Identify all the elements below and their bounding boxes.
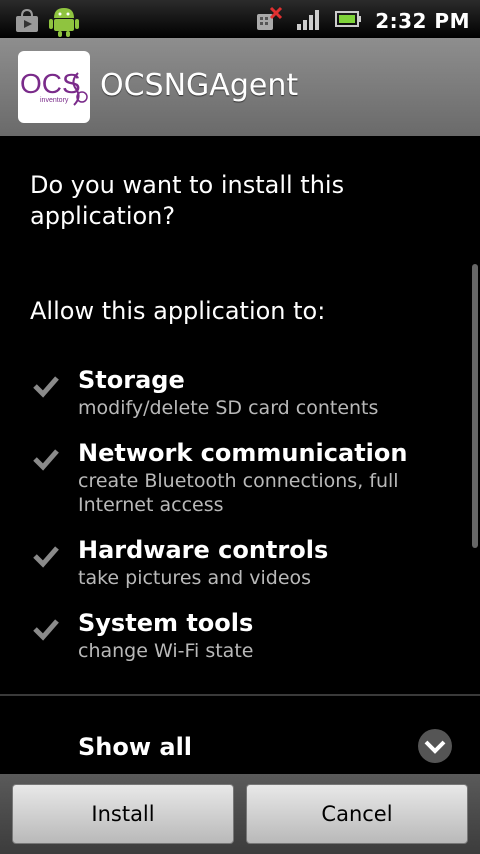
app-header: OCS inventory OCSNGAgent [0, 38, 480, 136]
allow-heading: Allow this application to: [30, 297, 326, 325]
check-icon [32, 374, 60, 402]
scrollbar[interactable] [472, 264, 478, 548]
app-icon-text: OCS [20, 68, 81, 99]
check-icon [32, 447, 60, 475]
permission-title: Hardware controls [78, 536, 329, 564]
android-icon [48, 4, 80, 42]
chevron-down-icon[interactable] [417, 728, 453, 764]
app-name: OCSNGAgent [100, 68, 299, 103]
check-icon [32, 544, 60, 572]
install-button[interactable]: Install [12, 784, 234, 844]
permission-title: Network communication [78, 439, 408, 467]
battery-icon [335, 10, 362, 32]
permission-description: take pictures and videos [78, 567, 312, 589]
permission-title: System tools [78, 609, 254, 637]
check-icon [32, 617, 60, 645]
divider [0, 694, 480, 696]
permission-description: create Bluetooth connections, full Inter… [78, 470, 399, 516]
app-icon: OCS inventory [18, 51, 90, 123]
permission-description: modify/delete SD card contents [78, 397, 379, 419]
permission-description: change Wi-Fi state [78, 640, 254, 662]
signal-icon [297, 8, 321, 34]
cancel-button[interactable]: Cancel [246, 784, 468, 844]
permission-title: Storage [78, 366, 185, 394]
market-download-icon [14, 8, 40, 38]
sim-error-icon [255, 6, 283, 36]
show-all-button[interactable]: Show all [78, 733, 192, 761]
install-question: Do you want to install this application? [30, 171, 345, 230]
status-clock: 2:32 PM [375, 9, 470, 33]
app-icon-subtext: inventory [40, 97, 69, 104]
button-bar: Install Cancel [0, 774, 480, 854]
status-bar: 2:32 PM [0, 0, 480, 38]
